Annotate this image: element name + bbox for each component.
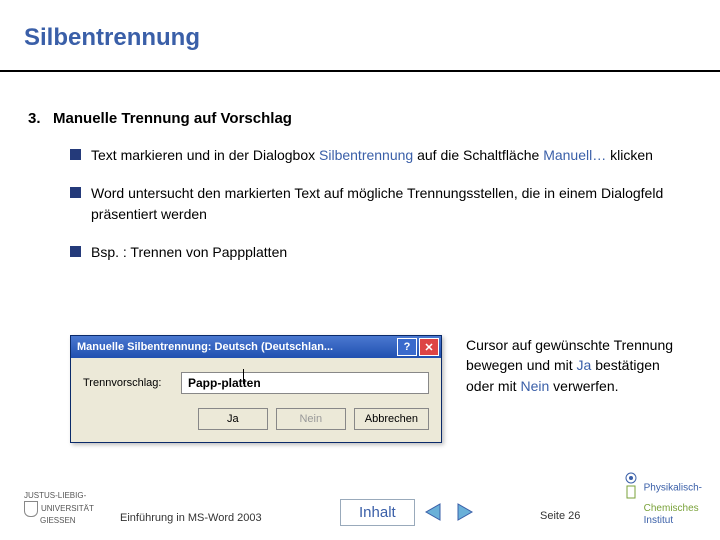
institute-logo: Physikalisch- Chemisches Institut bbox=[622, 472, 702, 527]
highlight: Ja bbox=[577, 357, 592, 373]
bullet-text: Text markieren und in der Dialogbox Silb… bbox=[91, 145, 653, 165]
bullet-item: Word untersucht den markierten Text auf … bbox=[70, 183, 690, 224]
instruction-text: Cursor auf gewünschte Trennung bewegen u… bbox=[466, 335, 691, 396]
bullet-item: Text markieren und in der Dialogbox Silb… bbox=[70, 145, 690, 165]
page-number: Seite 26 bbox=[540, 510, 580, 522]
suggestion-label: Trennvorschlag: bbox=[83, 377, 173, 389]
dialog-titlebar[interactable]: Manuelle Silbentrennung: Deutsch (Deutsc… bbox=[71, 336, 441, 358]
bullet-text: Bsp. : Trennen von Pappplatten bbox=[91, 242, 287, 262]
cancel-button[interactable]: Abbrechen bbox=[354, 408, 429, 430]
bullet-icon bbox=[70, 149, 81, 160]
bullet-list: Text markieren und in der Dialogbox Silb… bbox=[70, 145, 690, 280]
slide: Silbentrennung 3. Manuelle Trennung auf … bbox=[0, 0, 720, 540]
no-button: Nein bbox=[276, 408, 346, 430]
institute-icon bbox=[622, 472, 640, 504]
contents-button[interactable]: Inhalt bbox=[340, 499, 415, 526]
university-logo: JUSTUS-LIEBIG- UNIVERSITÄT GIESSEN bbox=[24, 492, 94, 526]
suggestion-field[interactable]: Papp-platten bbox=[181, 372, 429, 394]
highlight: Silbentrennung bbox=[319, 147, 413, 163]
section-heading: 3. Manuelle Trennung auf Vorschlag bbox=[28, 110, 292, 127]
next-arrow-icon[interactable] bbox=[453, 502, 475, 522]
hyphenation-dialog: Manuelle Silbentrennung: Deutsch (Deutsc… bbox=[70, 335, 442, 443]
nav-group: Inhalt bbox=[340, 498, 475, 526]
bullet-icon bbox=[70, 187, 81, 198]
bullet-item: Bsp. : Trennen von Pappplatten bbox=[70, 242, 690, 262]
bullet-icon bbox=[70, 246, 81, 257]
yes-button[interactable]: Ja bbox=[198, 408, 268, 430]
prev-arrow-icon[interactable] bbox=[423, 502, 445, 522]
help-button[interactable]: ? bbox=[397, 338, 417, 356]
dialog-title: Manuelle Silbentrennung: Deutsch (Deutsc… bbox=[77, 341, 395, 353]
close-button[interactable]: ✕ bbox=[419, 338, 439, 356]
page-title: Silbentrennung bbox=[24, 24, 200, 52]
highlight: Manuell… bbox=[543, 147, 606, 163]
dialog-body: Trennvorschlag: Papp-platten Ja Nein Abb… bbox=[71, 358, 441, 442]
bullet-text: Word untersucht den markierten Text auf … bbox=[91, 183, 690, 224]
crest-icon bbox=[24, 501, 38, 517]
title-underline bbox=[0, 70, 720, 72]
source-text: Einführung in MS-Word 2003 bbox=[120, 512, 262, 524]
highlight: Nein bbox=[520, 378, 549, 394]
section-label: Manuelle Trennung auf Vorschlag bbox=[53, 110, 292, 127]
footer: JUSTUS-LIEBIG- UNIVERSITÄT GIESSEN Einfü… bbox=[0, 486, 720, 526]
section-number: 3. bbox=[28, 110, 41, 127]
